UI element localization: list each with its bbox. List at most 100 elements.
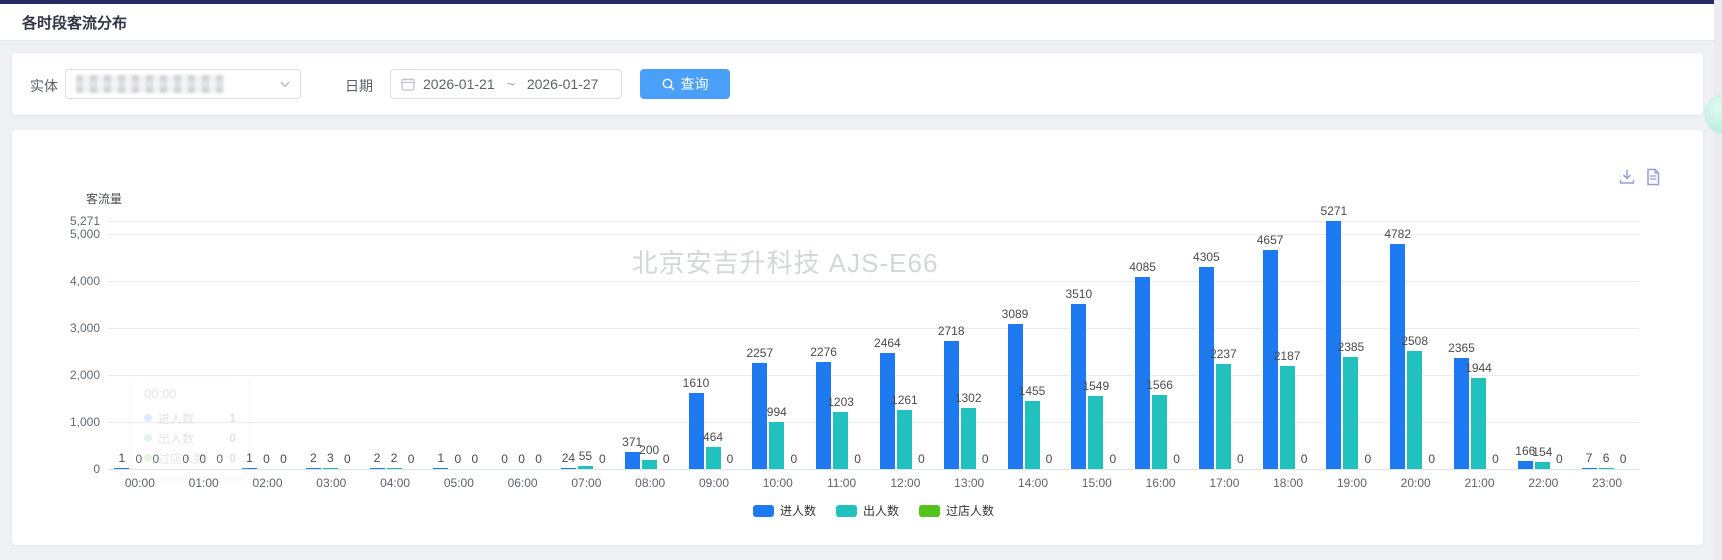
bar-value-label: 1203 <box>809 395 873 409</box>
bar-value-label: 2237 <box>1191 347 1255 361</box>
legend-swatch <box>836 505 857 517</box>
date-label: 日期 <box>345 76 373 96</box>
y-tick-label: 3,000 <box>38 321 100 335</box>
y-tick-label: 5,271 <box>38 214 100 228</box>
bar-value-label: 464 <box>681 430 745 444</box>
tooltip-row-value: 0 <box>229 431 236 445</box>
x-tick-label: 04:00 <box>364 476 426 490</box>
bar[interactable] <box>1199 267 1214 469</box>
gridline <box>108 221 1639 222</box>
tooltip-row: 出人数0 <box>144 428 236 448</box>
x-tick-label: 15:00 <box>1066 476 1128 490</box>
tooltip-row-value: 1 <box>229 411 236 425</box>
legend-item[interactable]: 过店人数 <box>919 502 994 519</box>
bar[interactable] <box>323 468 338 469</box>
x-tick-label: 14:00 <box>1002 476 1064 490</box>
bar[interactable] <box>306 468 321 469</box>
x-tick-label: 19:00 <box>1321 476 1383 490</box>
legend-label: 过店人数 <box>946 502 994 519</box>
entity-select[interactable] <box>65 69 301 99</box>
x-tick-label: 02:00 <box>237 476 299 490</box>
bar[interactable] <box>387 468 402 469</box>
x-tick-label: 20:00 <box>1385 476 1447 490</box>
bar-value-label: 2187 <box>1255 349 1319 363</box>
entity-label: 实体 <box>30 76 58 96</box>
date-end: 2026-01-27 <box>527 76 599 92</box>
x-tick-label: 17:00 <box>1193 476 1255 490</box>
query-button[interactable]: 查询 <box>640 69 730 99</box>
bar-value-label: 3510 <box>1047 287 1111 301</box>
bar-value-label: 0 <box>1591 452 1655 466</box>
tooltip-row-label: 过店人数 <box>158 450 206 467</box>
x-tick-label: 10:00 <box>747 476 809 490</box>
x-tick-label: 13:00 <box>938 476 1000 490</box>
chart-legend: 进人数 出人数 过店人数 <box>108 502 1639 519</box>
x-tick-label: 11:00 <box>811 476 873 490</box>
x-tick-label: 12:00 <box>874 476 936 490</box>
gridline <box>108 469 1639 470</box>
y-tick-label: 1,000 <box>38 415 100 429</box>
tooltip-row-value: 0 <box>229 451 236 465</box>
x-tick-label: 23:00 <box>1576 476 1638 490</box>
bar-value-label: 4305 <box>1174 250 1238 264</box>
chart-card: 客流量 北京安吉升科技 AJS-E66 01,0002,0003,0004,00… <box>12 130 1703 545</box>
bar[interactable] <box>561 468 576 469</box>
bar-value-label: 1610 <box>664 376 728 390</box>
bar-value-label: 1261 <box>872 393 936 407</box>
bar-value-label: 1566 <box>1128 378 1192 392</box>
x-tick-label: 06:00 <box>492 476 554 490</box>
gridline <box>108 281 1639 282</box>
bar[interactable] <box>1599 468 1614 469</box>
tooltip-series-dot <box>144 414 152 422</box>
x-tick-label: 03:00 <box>300 476 362 490</box>
tooltip-row: 进人数1 <box>144 408 236 428</box>
bar[interactable] <box>370 468 385 469</box>
bar-value-label: 3089 <box>983 307 1047 321</box>
legend-label: 出人数 <box>863 502 899 519</box>
bar[interactable] <box>944 341 959 469</box>
document-export-icon[interactable] <box>1644 168 1662 186</box>
entity-select-value <box>76 75 224 93</box>
bar[interactable] <box>114 468 129 469</box>
tooltip-ghost: 00:00 进人数1出人数0过店人数0 <box>132 377 248 477</box>
bar[interactable] <box>1135 277 1150 469</box>
date-range-input[interactable]: 2026-01-21 ~ 2026-01-27 <box>390 69 622 99</box>
bar[interactable] <box>1582 468 1597 469</box>
bar[interactable] <box>578 466 593 469</box>
x-tick-label: 07:00 <box>555 476 617 490</box>
bar[interactable] <box>433 468 448 469</box>
x-tick-label: 05:00 <box>428 476 490 490</box>
tooltip-row: 过店人数 0 <box>144 448 236 468</box>
bar-value-label: 2464 <box>855 336 919 350</box>
page-title: 各时段客流分布 <box>22 12 127 33</box>
query-button-label: 查询 <box>681 74 709 94</box>
bar-value-label: 2365 <box>1430 341 1494 355</box>
tooltip-series-dot <box>144 454 152 462</box>
x-tick-label: 08:00 <box>619 476 681 490</box>
bar-value-label: 994 <box>745 405 809 419</box>
download-icon[interactable] <box>1618 168 1636 186</box>
x-tick-label: 18:00 <box>1257 476 1319 490</box>
chevron-down-icon <box>280 81 290 88</box>
floating-action-button[interactable] <box>1704 94 1722 134</box>
bar-value-label: 1944 <box>1447 361 1511 375</box>
bar-value-label: 4085 <box>1111 260 1175 274</box>
x-tick-label: 09:00 <box>683 476 745 490</box>
page-header: 各时段客流分布 <box>0 4 1722 41</box>
x-tick-label: 01:00 <box>173 476 235 490</box>
legend-label: 进人数 <box>780 502 816 519</box>
x-tick-label: 22:00 <box>1512 476 1574 490</box>
bar-value-label: 5271 <box>1302 204 1366 218</box>
vertical-scrollbar[interactable] <box>1714 0 1722 560</box>
bar-value-label: 2718 <box>919 324 983 338</box>
calendar-icon <box>401 77 415 91</box>
bar-value-label: 1549 <box>1064 379 1128 393</box>
x-tick-label: 00:00 <box>109 476 171 490</box>
bar[interactable] <box>1390 244 1405 469</box>
legend-item[interactable]: 进人数 <box>753 502 816 519</box>
bar-value-label: 2385 <box>1319 340 1383 354</box>
bar-value-label: 2276 <box>792 345 856 359</box>
tooltip-series-dot <box>144 434 152 442</box>
watermark: 北京安吉升科技 AJS-E66 <box>565 243 1005 280</box>
legend-item[interactable]: 出人数 <box>836 502 899 519</box>
